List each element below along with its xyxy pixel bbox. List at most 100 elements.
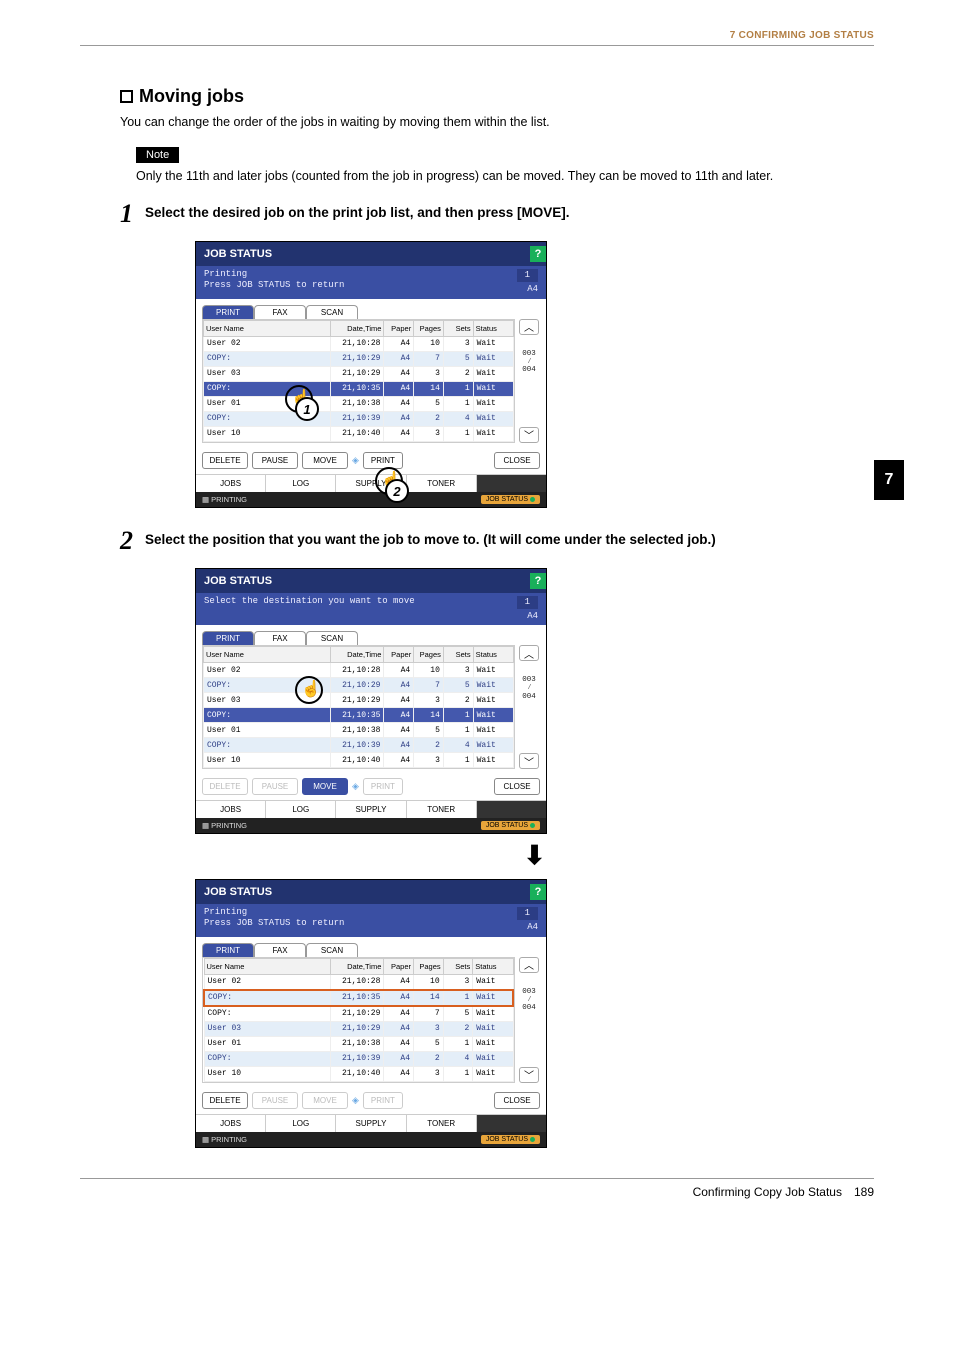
running-head: 7 CONFIRMING JOB STATUS bbox=[80, 30, 874, 41]
panel-2: JOB STATUS ? Select the destination you … bbox=[195, 568, 547, 835]
sub-line-1: Printing bbox=[204, 269, 344, 280]
btab-log[interactable]: LOG bbox=[266, 475, 336, 492]
help-icon[interactable]: ? bbox=[530, 246, 546, 262]
tab-print[interactable]: PRINT bbox=[202, 943, 254, 957]
table-row[interactable]: COPY:21,10:39A424Wait bbox=[204, 738, 514, 753]
table-row[interactable]: User 0221,10:28A4103Wait bbox=[204, 336, 514, 351]
step-2-text: Select the position that you want the jo… bbox=[145, 528, 716, 554]
scroll-up-button[interactable]: ︿ bbox=[519, 957, 539, 973]
btab-toner[interactable]: TONER bbox=[407, 475, 477, 492]
btab-supply[interactable]: SUPPLY bbox=[336, 1115, 406, 1132]
btab-log[interactable]: LOG bbox=[266, 801, 336, 818]
print-mini-button: PRINT bbox=[363, 778, 403, 795]
th-dt: Date,Time bbox=[331, 320, 384, 336]
tab-scan[interactable]: SCAN bbox=[306, 631, 358, 645]
table-row[interactable]: COPY:21,10:29A475Wait bbox=[204, 678, 514, 693]
arrow-down-icon: ⬇ bbox=[195, 840, 874, 871]
table-row[interactable]: COPY:21,10:29A475Wait bbox=[204, 1006, 513, 1022]
table-row[interactable]: User 1021,10:40A431Wait bbox=[204, 753, 514, 768]
tab-fax[interactable]: FAX bbox=[254, 943, 306, 957]
tab-scan[interactable]: SCAN bbox=[306, 943, 358, 957]
diamond-icon: ◈ bbox=[352, 781, 359, 792]
th-sets: Sets bbox=[443, 320, 473, 336]
scroll-down-button[interactable]: ﹀ bbox=[519, 1067, 539, 1083]
panel-title: JOB STATUS bbox=[204, 248, 272, 260]
table-row[interactable]: COPY:21,10:39A424Wait bbox=[204, 411, 514, 426]
scroll-indicator: 003⁄004 bbox=[522, 976, 536, 1064]
panel-3: JOB STATUS ? Printing Press JOB STATUS t… bbox=[195, 879, 547, 1148]
delete-button[interactable]: DELETE bbox=[202, 452, 248, 469]
table-row[interactable]: User 1021,10:40A431Wait bbox=[204, 426, 514, 441]
scroll-indicator: 003⁄004 bbox=[522, 664, 536, 750]
table-row[interactable]: COPY:21,10:35A4141Wait bbox=[204, 990, 513, 1006]
diamond-icon: ◈ bbox=[352, 455, 359, 466]
btab-jobs[interactable]: JOBS bbox=[196, 1115, 266, 1132]
callout-1: 1 bbox=[295, 397, 319, 421]
tab-print[interactable]: PRINT bbox=[202, 631, 254, 645]
scroll-up-button[interactable]: ︿ bbox=[519, 645, 539, 661]
footer-rule bbox=[80, 1178, 874, 1179]
step-1-number: 1 bbox=[120, 201, 133, 227]
btab-toner[interactable]: TONER bbox=[407, 801, 477, 818]
table-row[interactable]: User 0321,10:29A432Wait bbox=[204, 1021, 513, 1036]
square-icon bbox=[120, 90, 133, 103]
close-button[interactable]: CLOSE bbox=[494, 778, 540, 795]
close-button[interactable]: CLOSE bbox=[494, 452, 540, 469]
table-row[interactable]: User 0321,10:29A432Wait bbox=[204, 693, 514, 708]
help-icon[interactable]: ? bbox=[530, 884, 546, 900]
btab-jobs[interactable]: JOBS bbox=[196, 801, 266, 818]
scroll-indicator: 003 ⁄ 004 bbox=[522, 338, 536, 424]
step-2-number: 2 bbox=[120, 528, 133, 554]
print-mini-button: PRINT bbox=[363, 1092, 403, 1109]
panel-title: JOB STATUS bbox=[204, 575, 272, 587]
tab-fax[interactable]: FAX bbox=[254, 631, 306, 645]
jobstatus-pill[interactable]: JOB STATUS bbox=[481, 1135, 540, 1144]
help-icon[interactable]: ? bbox=[530, 573, 546, 589]
paper-size-indicator: A4 bbox=[527, 611, 538, 622]
move-button[interactable]: MOVE bbox=[302, 452, 348, 469]
table-row[interactable]: User 0221,10:28A4103Wait bbox=[204, 974, 513, 990]
scroll-up-button[interactable]: ︿ bbox=[519, 319, 539, 335]
print-mini-button[interactable]: PRINT bbox=[363, 452, 403, 469]
jobstatus-pill[interactable]: JOB STATUS bbox=[481, 821, 540, 830]
jobstatus-pill[interactable]: JOB STATUS bbox=[481, 495, 540, 504]
move-button[interactable]: MOVE bbox=[302, 778, 348, 795]
note-box: Note bbox=[136, 145, 874, 163]
tab-print[interactable]: PRINT bbox=[202, 305, 254, 319]
section-intro: You can change the order of the jobs in … bbox=[120, 115, 874, 129]
table-row[interactable]: COPY:21,10:39A424Wait bbox=[204, 1051, 513, 1066]
table-row[interactable]: User 0121,10:38A451Wait bbox=[204, 1036, 513, 1051]
job-table-1: User Name Date,Time Paper Pages Sets Sta… bbox=[203, 320, 514, 442]
counter-badge: 1 bbox=[517, 596, 538, 609]
btab-supply[interactable]: SUPPLY bbox=[336, 801, 406, 818]
th-status: Status bbox=[473, 320, 513, 336]
table-row[interactable]: COPY:21,10:35A4141Wait bbox=[204, 708, 514, 723]
table-row[interactable]: User 0321,10:29A432Wait bbox=[204, 366, 514, 381]
tab-scan[interactable]: SCAN bbox=[306, 305, 358, 319]
table-row[interactable]: User 1021,10:40A431Wait bbox=[204, 1066, 513, 1081]
panel-1: JOB STATUS ? Printing Press JOB STATUS t… bbox=[195, 241, 547, 508]
step-1-text: Select the desired job on the print job … bbox=[145, 201, 570, 227]
sub-line-1: Select the destination you want to move bbox=[204, 596, 415, 607]
section-title-row: Moving jobs bbox=[120, 86, 874, 107]
sub-line-1: Printing bbox=[204, 907, 344, 918]
page-footer: Confirming Copy Job Status189 bbox=[80, 1185, 874, 1199]
footer-printing: ▦ PRINTING bbox=[202, 495, 247, 504]
callout-2: 2 bbox=[385, 479, 409, 503]
table-row[interactable]: User 0121,10:38A451Wait bbox=[204, 723, 514, 738]
tab-fax[interactable]: FAX bbox=[254, 305, 306, 319]
scroll-down-button[interactable]: ﹀ bbox=[519, 753, 539, 769]
table-row[interactable]: User 0221,10:28A4103Wait bbox=[204, 663, 514, 678]
table-row[interactable]: COPY:21,10:29A475Wait bbox=[204, 351, 514, 366]
scroll-down-button[interactable]: ﹀ bbox=[519, 427, 539, 443]
pointer-icon: ☝ bbox=[295, 676, 323, 704]
close-button[interactable]: CLOSE bbox=[494, 1092, 540, 1109]
btab-jobs[interactable]: JOBS bbox=[196, 475, 266, 492]
pause-button[interactable]: PAUSE bbox=[252, 452, 298, 469]
btab-toner[interactable]: TONER bbox=[407, 1115, 477, 1132]
table-row[interactable]: COPY:21,10:35A4141Wait bbox=[204, 381, 514, 396]
counter-badge: 1 bbox=[517, 907, 538, 920]
delete-button[interactable]: DELETE bbox=[202, 1092, 248, 1109]
table-row[interactable]: User 0121,10:38A451Wait bbox=[204, 396, 514, 411]
btab-log[interactable]: LOG bbox=[266, 1115, 336, 1132]
